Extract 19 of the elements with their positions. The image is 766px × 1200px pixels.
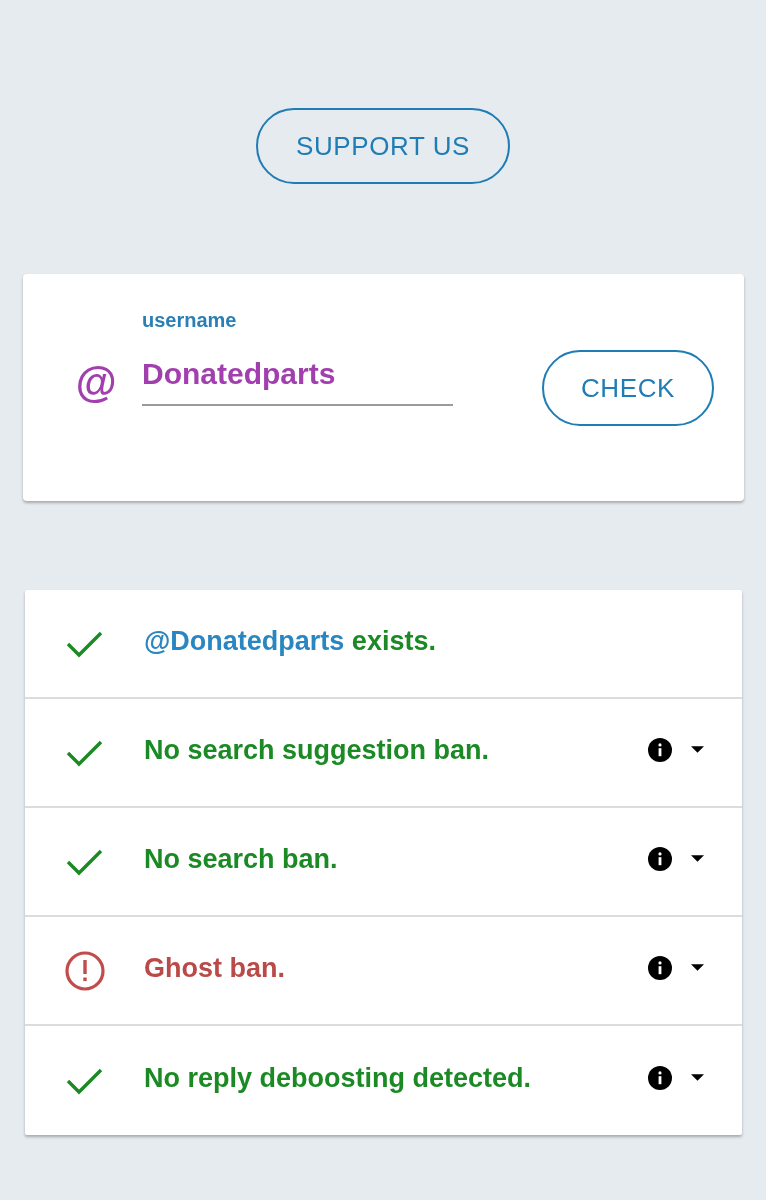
result-text: No reply deboosting detected. bbox=[144, 1063, 532, 1094]
result-text: @Donatedparts exists. bbox=[144, 626, 436, 657]
info-icon[interactable] bbox=[648, 737, 672, 762]
at-prefix: @ bbox=[75, 360, 117, 406]
info-icon[interactable] bbox=[648, 1065, 672, 1090]
field-label: username bbox=[142, 308, 237, 332]
caret-icon[interactable] bbox=[691, 1074, 704, 1081]
caret-icon[interactable] bbox=[691, 855, 704, 862]
caret-icon[interactable] bbox=[691, 964, 704, 971]
caret-icon[interactable] bbox=[691, 746, 704, 753]
profile-link[interactable]: @Donatedparts bbox=[144, 626, 345, 656]
info-icon[interactable] bbox=[648, 955, 672, 980]
result-text: Ghost ban. bbox=[144, 953, 285, 984]
info-icon[interactable] bbox=[648, 846, 672, 871]
support-button[interactable]: SUPPORT US bbox=[256, 108, 510, 184]
check-button[interactable]: CHECK bbox=[542, 350, 714, 426]
username-input[interactable]: Donatedparts bbox=[142, 356, 453, 406]
result-text: No search suggestion ban. bbox=[144, 735, 490, 766]
result-text: No search ban. bbox=[144, 844, 338, 875]
